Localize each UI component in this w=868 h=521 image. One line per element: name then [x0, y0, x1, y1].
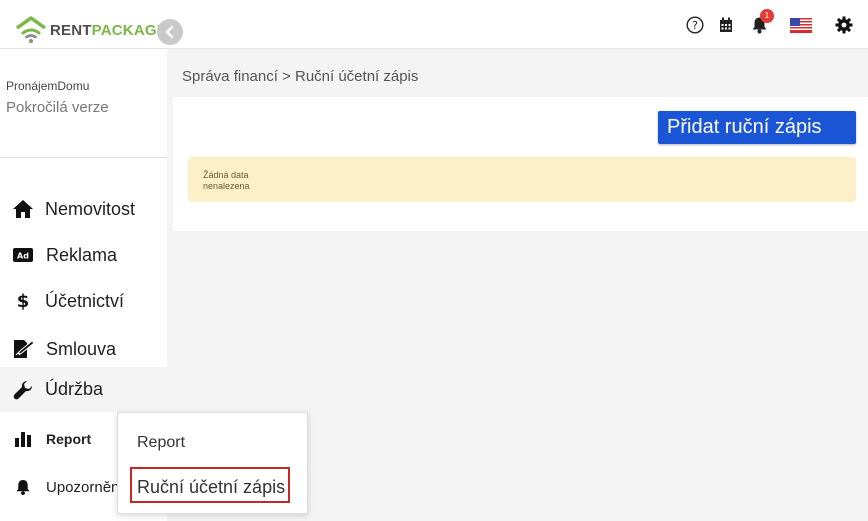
sidebar-item-label: Report: [46, 431, 92, 447]
sidebar-item-nemovitost[interactable]: Nemovitost: [0, 186, 167, 232]
svg-text:$: $: [17, 291, 30, 311]
contract-icon: [12, 338, 34, 360]
notifications-button[interactable]: 1: [748, 9, 774, 36]
submenu-item-manual-entry[interactable]: Ruční účetní zápis: [130, 467, 290, 503]
calendar-button[interactable]: [715, 14, 737, 36]
logo-text-rent: RENT: [50, 21, 92, 39]
empty-state-line1: Žádná data: [203, 170, 249, 180]
empty-state-alert: Žádná data nenalezena: [188, 157, 856, 202]
account-plan: Pokročilá verze: [6, 99, 109, 116]
sidebar-item-label: Nemovitost: [45, 198, 136, 219]
account-info: PronájemDomu Pokročilá verze: [0, 49, 167, 158]
home-icon: [12, 198, 34, 220]
accounting-submenu: Report Ruční účetní zápis: [117, 412, 308, 514]
dollar-icon: $: [12, 290, 34, 312]
help-button[interactable]: ?: [684, 14, 706, 36]
sidebar-item-label: Smlouva: [46, 338, 117, 359]
sidebar-item-label: Údržba: [45, 379, 104, 399]
ad-icon: Ad: [12, 244, 34, 266]
sidebar-item-smlouva[interactable]: Smlouva: [0, 326, 167, 372]
wrench-icon: [12, 379, 34, 401]
empty-state-line2: nenalezena: [203, 181, 250, 191]
breadcrumb: Správa financí > Ruční účetní zápis: [182, 68, 419, 85]
us-flag-icon: [790, 17, 812, 33]
bell-icon: [12, 476, 34, 498]
top-bar: RENTPACKAGE ? 1: [0, 0, 868, 49]
help-icon: ?: [686, 16, 704, 34]
logo-wifi-house-icon: [15, 16, 47, 43]
account-name: PronájemDomu: [6, 79, 90, 93]
sidebar-item-udrzba[interactable]: Údržba: [0, 367, 167, 412]
svg-text:Ad: Ad: [17, 252, 29, 261]
chevron-left-icon: [165, 26, 174, 38]
sidebar-item-ucetnictvi[interactable]: $ Účetnictví: [0, 278, 167, 324]
settings-button[interactable]: [833, 14, 855, 36]
calendar-icon: [720, 17, 732, 32]
sidebar-item-reklama[interactable]: Ad Reklama: [0, 232, 167, 278]
sidebar-item-label: Účetnictví: [45, 290, 125, 311]
language-flag-button[interactable]: [789, 14, 813, 36]
bar-chart-icon: [12, 428, 34, 450]
add-manual-entry-button[interactable]: Přidat ruční zápis: [658, 111, 856, 144]
gear-icon: [835, 16, 853, 34]
logo-text-package: PACKAGE: [91, 21, 167, 39]
sidebar-collapse-button[interactable]: [157, 19, 183, 45]
notification-badge: 1: [760, 9, 774, 23]
sidebar-item-label: Upozornění: [46, 478, 124, 496]
sidebar-item-label: Reklama: [46, 244, 118, 265]
svg-text:?: ?: [692, 19, 698, 32]
submenu-item-report[interactable]: Report: [137, 434, 185, 452]
logo[interactable]: RENTPACKAGE: [14, 15, 167, 45]
